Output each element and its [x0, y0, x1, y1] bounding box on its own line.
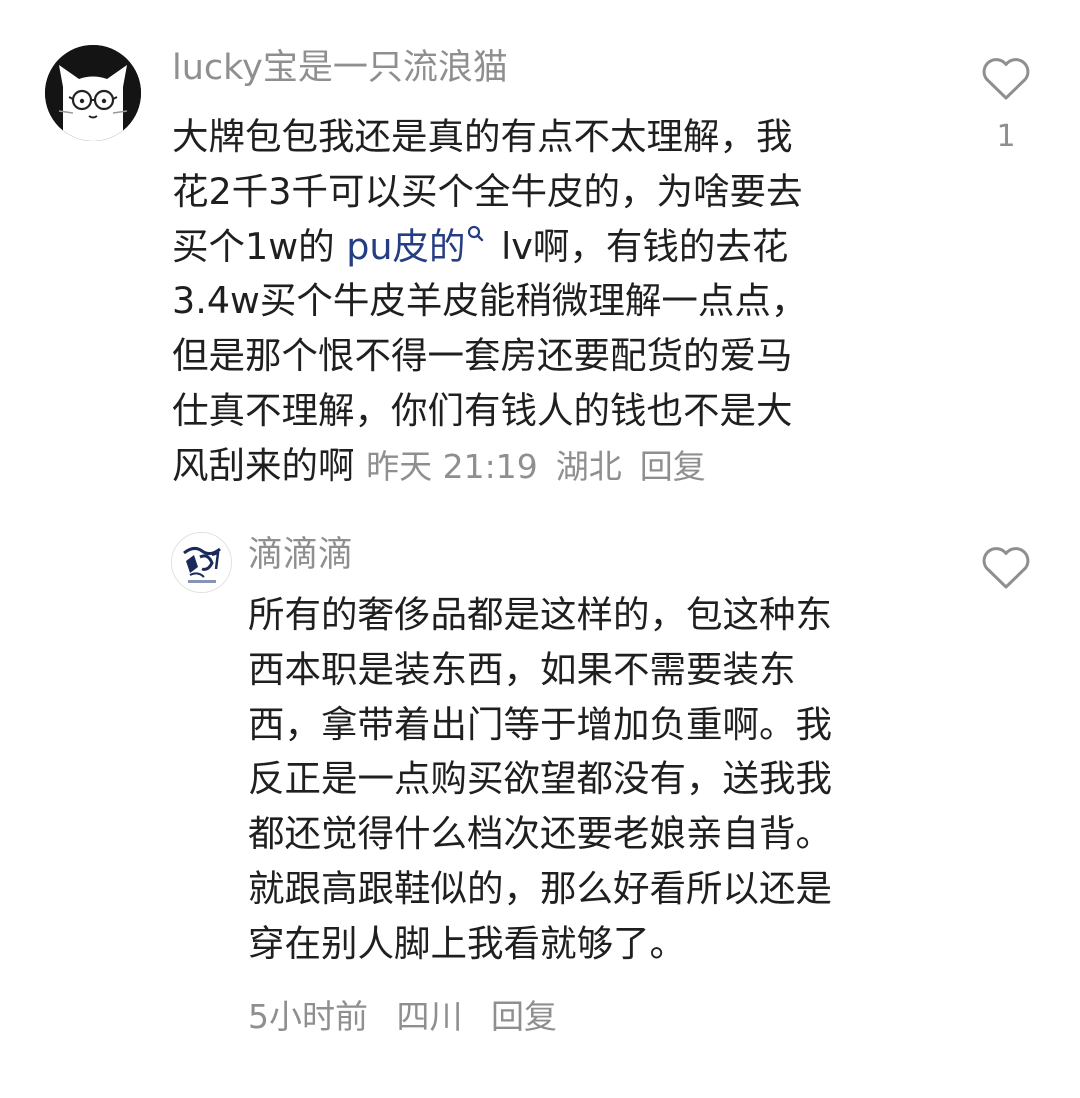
like-count: 1: [996, 119, 1016, 154]
comment-line: 3.4w买个牛皮羊皮能稍微理解一点点，: [172, 279, 808, 323]
like-control[interactable]: 1: [976, 54, 1036, 154]
comment-username[interactable]: lucky宝是一只流浪猫: [172, 48, 508, 88]
comment-line: 买个1w的 pu皮的 lv啊，有钱的去花: [172, 220, 890, 275]
reply-line: 就跟高跟鞋似的，那么好看所以还是: [248, 866, 832, 910]
reply-location: 四川: [396, 997, 463, 1036]
reply-line: 西本职是装东西，如果不需要装东: [248, 647, 796, 691]
reply-time: 5小时前: [248, 997, 368, 1036]
reply-line: 都还觉得什么档次还要老娘亲自背。: [248, 812, 832, 856]
cat-avatar-icon: [45, 45, 141, 141]
comment-time: 昨天 21:19: [366, 446, 538, 486]
user-avatar[interactable]: [171, 532, 232, 593]
comment-meta: 昨天 21:19 湖北 回复: [366, 447, 724, 486]
reply-meta: 5小时前 四川 回复: [248, 995, 575, 1039]
search-keyword-text: pu皮的: [346, 224, 466, 268]
user-avatar[interactable]: [45, 45, 141, 141]
reply-line: 所有的奢侈品都是这样的，包这种东: [248, 593, 832, 636]
reply-line: 反正是一点购买欲望都没有，送我我: [248, 757, 832, 801]
heart-icon[interactable]: [979, 54, 1033, 102]
comment-line: 花2千3千可以买个全牛皮的，为啥要去: [172, 169, 803, 213]
search-keyword-link[interactable]: pu皮的: [346, 225, 489, 268]
comment-last-line: 风刮来的啊: [172, 443, 355, 487]
like-control[interactable]: [976, 543, 1036, 595]
reply-button[interactable]: 回复: [640, 447, 706, 486]
calligraphy-avatar-icon: [172, 533, 231, 592]
reply-username[interactable]: 滴滴滴: [248, 535, 353, 575]
reply-body: 所有的奢侈品都是这样的，包这种东 西本职是装东西，如果不需要装东 西，拿带着出门…: [248, 588, 924, 972]
reply-button[interactable]: 回复: [491, 997, 557, 1036]
comment-line-segment: lv啊，有钱的去花: [489, 224, 789, 268]
reply-line: 穿在别人脚上我看就够了。: [248, 921, 686, 965]
comment-line-segment: 买个1w的: [172, 224, 347, 268]
search-icon: [467, 225, 483, 241]
heart-icon[interactable]: [979, 543, 1033, 591]
comment-line: 仕真不理解，你们有钱人的钱也不是大: [172, 388, 793, 432]
reply-line: 西，拿带着出门等于增加负重啊。我: [248, 702, 832, 746]
comment-line-with-meta: 风刮来的啊 昨天 21:19 湖北 回复: [172, 439, 890, 495]
comment-line: 但是那个恨不得一套房还要配货的爱马: [172, 334, 793, 378]
comment-body: 大牌包包我还是真的有点不太理解，我 花2千3千可以买个全牛皮的，为啥要去 买个1…: [172, 110, 890, 495]
comment-line: 大牌包包我还是真的有点不太理解，我: [172, 115, 793, 158]
comment-location: 湖北: [555, 446, 622, 486]
